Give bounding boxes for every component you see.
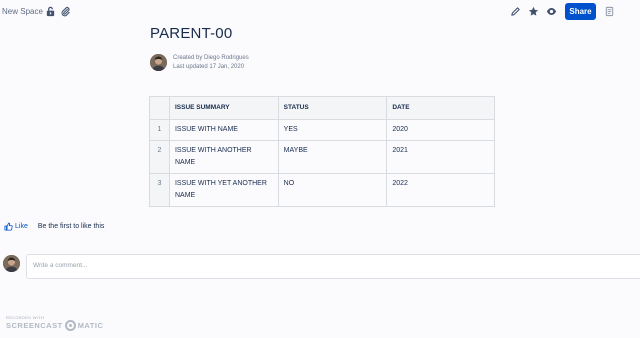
date-header: DATE	[386, 96, 495, 120]
date-cell: 2022	[386, 173, 495, 207]
screencast-logo-icon	[64, 320, 76, 331]
status-header: STATUS	[277, 96, 388, 120]
attachment-icon[interactable]	[59, 5, 71, 17]
issues-table: ISSUE SUMMARY STATUS DATE 1 ISSUE WITH N…	[149, 96, 495, 207]
row-number: 1	[149, 119, 170, 141]
like-button[interactable]: Like	[4, 222, 28, 231]
status-cell: NO	[277, 173, 388, 207]
row-number: 3	[149, 173, 170, 207]
unlock-icon[interactable]	[44, 5, 56, 17]
row-number: 2	[149, 140, 170, 174]
star-icon[interactable]	[527, 5, 539, 17]
status-cell: YES	[277, 119, 388, 141]
page-title: PARENT-00	[150, 25, 233, 42]
thumbs-up-icon	[4, 222, 13, 231]
like-label: Like	[15, 223, 28, 230]
last-updated-text: Last updated 17 Jan, 2020	[173, 64, 245, 70]
like-hint-text: Be the first to like this	[37, 223, 105, 230]
byline: Created by Diego Rodrigues Last updated …	[173, 54, 249, 72]
table-header-row: ISSUE SUMMARY STATUS DATE	[149, 96, 495, 120]
edit-icon[interactable]	[509, 5, 521, 17]
issue-summary-cell: ISSUE WITH YET ANOTHER NAME	[168, 173, 279, 207]
watermark-left-text: SCREENCAST	[6, 321, 63, 330]
status-cell: MAYBE	[277, 140, 388, 174]
date-cell: 2021	[386, 140, 495, 174]
watch-icon[interactable]	[545, 5, 557, 17]
current-user-avatar	[3, 255, 20, 272]
watermark-right-text: MATIC	[77, 321, 104, 330]
date-cell: 2020	[386, 119, 495, 141]
row-number-header	[149, 96, 170, 120]
comment-input[interactable]: Write a comment...	[26, 254, 640, 279]
watermark-logo: SCREENCAST MATIC	[6, 320, 103, 331]
created-by-text: Created by Diego Rodrigues	[173, 55, 249, 61]
space-name-link[interactable]: New Space	[2, 7, 43, 16]
top-bar: New Space Share	[0, 0, 640, 24]
screencast-watermark: RECORDED WITH SCREENCAST MATIC	[6, 315, 103, 331]
share-button[interactable]: Share	[565, 3, 596, 20]
like-row: Like Be the first to like this	[4, 222, 104, 231]
issue-summary-cell: ISSUE WITH ANOTHER NAME	[168, 140, 279, 174]
issue-summary-header: ISSUE SUMMARY	[168, 96, 279, 120]
page-tree-icon[interactable]	[603, 5, 615, 17]
table-row: 2 ISSUE WITH ANOTHER NAME MAYBE 2021	[149, 140, 495, 174]
table-row: 3 ISSUE WITH YET ANOTHER NAME NO 2022	[149, 173, 495, 207]
table-row: 1 ISSUE WITH NAME YES 2020	[149, 119, 495, 141]
author-avatar[interactable]	[150, 54, 167, 71]
issue-summary-cell: ISSUE WITH NAME	[168, 119, 279, 141]
